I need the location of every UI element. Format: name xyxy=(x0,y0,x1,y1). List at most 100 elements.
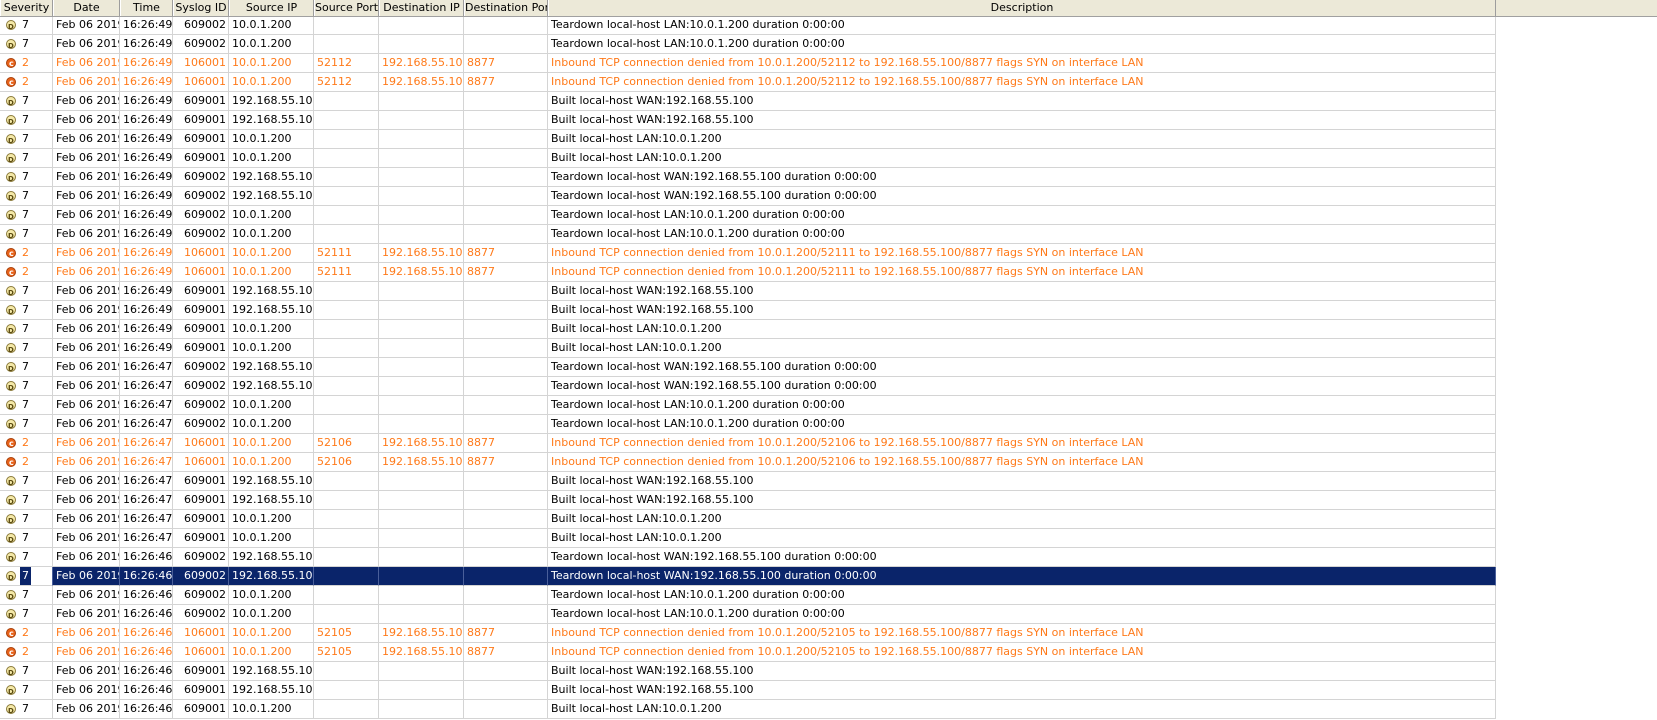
cell-syslog-id: 106001 xyxy=(173,244,229,263)
cell-syslog-id: 609001 xyxy=(173,529,229,548)
col-header-source-ip[interactable]: Source IP xyxy=(229,0,314,16)
severity-value: 7 xyxy=(22,151,29,164)
table-row[interactable]: 7 Feb 06 201916:26:47609002192.168.55.100… xyxy=(0,358,1580,377)
cell-destination-ip xyxy=(379,472,464,491)
cell-time: 16:26:49 xyxy=(120,206,173,225)
debug-level-icon xyxy=(6,151,16,167)
cell-date: Feb 06 2019 xyxy=(53,434,120,453)
cell-description: Inbound TCP connection denied from 10.0.… xyxy=(548,244,1496,263)
table-row[interactable]: 7 Feb 06 201916:26:4960900110.0.1.200 Buil… xyxy=(0,320,1580,339)
col-header-syslog-id[interactable]: Syslog ID xyxy=(173,0,229,16)
col-header-description[interactable]: Description xyxy=(548,0,1496,16)
cell-severity: 7 xyxy=(0,320,53,339)
table-row[interactable]: 7 Feb 06 201916:26:4960900210.0.1.200 Tear… xyxy=(0,225,1580,244)
cell-source-ip: 192.168.55.100 xyxy=(229,301,314,320)
cell-destination-ip xyxy=(379,586,464,605)
table-row[interactable]: 2 Feb 06 201916:26:4710600110.0.1.2005210… xyxy=(0,434,1580,453)
severity-value: 7 xyxy=(22,37,29,50)
table-row[interactable]: 7 Feb 06 201916:26:4960900210.0.1.200 Tear… xyxy=(0,16,1580,35)
cell-severity: 7 xyxy=(0,206,53,225)
cell-date: Feb 06 2019 xyxy=(53,92,120,111)
cell-destination-port: 8877 xyxy=(464,434,548,453)
severity-value: 7 xyxy=(22,664,29,677)
cell-time: 16:26:47 xyxy=(120,453,173,472)
cell-source-ip: 192.168.55.100 xyxy=(229,472,314,491)
table-row[interactable]: 2 Feb 06 201916:26:4910600110.0.1.2005211… xyxy=(0,244,1580,263)
severity-value: 7 xyxy=(22,303,29,316)
cell-time: 16:26:46 xyxy=(120,681,173,700)
severity-value: 2 xyxy=(22,56,29,69)
cell-severity: 7 xyxy=(0,168,53,187)
cell-severity: 2 xyxy=(0,643,53,662)
cell-destination-ip xyxy=(379,491,464,510)
table-row[interactable]: 7 Feb 06 201916:26:4660900210.0.1.200 Tear… xyxy=(0,605,1580,624)
cell-destination-port xyxy=(464,548,548,567)
table-row[interactable]: 7 Feb 06 201916:26:4960900210.0.1.200 Tear… xyxy=(0,35,1580,54)
table-row[interactable]: 2 Feb 06 201916:26:4610600110.0.1.2005210… xyxy=(0,643,1580,662)
table-row[interactable]: 7 Feb 06 201916:26:47609002192.168.55.100… xyxy=(0,377,1580,396)
col-header-destination-ip[interactable]: Destination IP xyxy=(379,0,464,16)
table-row[interactable]: 7 Feb 06 201916:26:4760900210.0.1.200 Tear… xyxy=(0,396,1580,415)
cell-destination-port xyxy=(464,92,548,111)
table-row[interactable]: 7 Feb 06 201916:26:4960900110.0.1.200 Buil… xyxy=(0,339,1580,358)
table-row[interactable]: 7 Feb 06 201916:26:46609002192.168.55.100… xyxy=(0,567,1580,586)
table-row[interactable]: 7 Feb 06 201916:26:49609001192.168.55.100… xyxy=(0,92,1580,111)
table-row[interactable]: 7 Feb 06 201916:26:4660900110.0.1.200 Buil… xyxy=(0,700,1580,719)
cell-source-ip: 10.0.1.200 xyxy=(229,35,314,54)
table-row[interactable]: 7 Feb 06 201916:26:4960900210.0.1.200 Tear… xyxy=(0,206,1580,225)
debug-level-icon xyxy=(6,303,16,319)
table-row[interactable]: 7 Feb 06 201916:26:47609001192.168.55.100… xyxy=(0,491,1580,510)
table-row[interactable]: 7 Feb 06 201916:26:49609001192.168.55.100… xyxy=(0,282,1580,301)
table-row[interactable]: 2 Feb 06 201916:26:4610600110.0.1.2005210… xyxy=(0,624,1580,643)
severity-value: 2 xyxy=(22,626,29,639)
severity-value: 7 xyxy=(22,588,29,601)
col-header-time[interactable]: Time xyxy=(120,0,173,16)
cell-source-port xyxy=(314,225,379,244)
cell-source-port xyxy=(314,168,379,187)
header-filler xyxy=(1580,0,1657,17)
cell-syslog-id: 106001 xyxy=(173,434,229,453)
col-header-destination-port[interactable]: Destination Port xyxy=(464,0,548,16)
table-row[interactable]: 7 Feb 06 201916:26:4760900110.0.1.200 Buil… xyxy=(0,510,1580,529)
cell-syslog-id: 609001 xyxy=(173,700,229,719)
cell-description: Built local-host LAN:10.0.1.200 xyxy=(548,149,1496,168)
table-row[interactable]: 7 Feb 06 201916:26:46609001192.168.55.100… xyxy=(0,681,1580,700)
cell-destination-port xyxy=(464,586,548,605)
table-row[interactable]: 7 Feb 06 201916:26:4760900210.0.1.200 Tear… xyxy=(0,415,1580,434)
table-row[interactable]: 2 Feb 06 201916:26:4910600110.0.1.2005211… xyxy=(0,73,1580,92)
cell-date: Feb 06 2019 xyxy=(53,263,120,282)
table-row[interactable]: 7 Feb 06 201916:26:46609002192.168.55.100… xyxy=(0,548,1580,567)
severity-value: 7 xyxy=(22,493,29,506)
table-row[interactable]: 7 Feb 06 201916:26:49609001192.168.55.100… xyxy=(0,301,1580,320)
table-row[interactable]: 7 Feb 06 201916:26:4660900210.0.1.200 Tear… xyxy=(0,586,1580,605)
debug-level-icon xyxy=(6,683,16,699)
col-header-date[interactable]: Date xyxy=(53,0,120,16)
cell-source-ip: 10.0.1.200 xyxy=(229,529,314,548)
cell-source-port xyxy=(314,358,379,377)
table-row[interactable]: 7 Feb 06 201916:26:49609002192.168.55.100… xyxy=(0,168,1580,187)
cell-description: Built local-host WAN:192.168.55.100 xyxy=(548,111,1496,130)
cell-date: Feb 06 2019 xyxy=(53,16,120,35)
column-header-bar: Severity Date Time Syslog ID Source IP S… xyxy=(0,0,1580,17)
cell-date: Feb 06 2019 xyxy=(53,605,120,624)
table-row[interactable]: 7 Feb 06 201916:26:4760900110.0.1.200 Buil… xyxy=(0,529,1580,548)
col-header-severity[interactable]: Severity xyxy=(0,0,53,16)
table-row[interactable]: 7 Feb 06 201916:26:47609001192.168.55.100… xyxy=(0,472,1580,491)
cell-date: Feb 06 2019 xyxy=(53,529,120,548)
table-row[interactable]: 2 Feb 06 201916:26:4910600110.0.1.2005211… xyxy=(0,54,1580,73)
table-row[interactable]: 7 Feb 06 201916:26:4960900110.0.1.200 Buil… xyxy=(0,130,1580,149)
table-row[interactable]: 2 Feb 06 201916:26:4910600110.0.1.2005211… xyxy=(0,263,1580,282)
cell-date: Feb 06 2019 xyxy=(53,396,120,415)
col-header-source-port[interactable]: Source Port xyxy=(314,0,379,16)
table-row[interactable]: 7 Feb 06 201916:26:49609001192.168.55.100… xyxy=(0,111,1580,130)
cell-destination-port xyxy=(464,16,548,35)
cell-date: Feb 06 2019 xyxy=(53,548,120,567)
table-row[interactable]: 7 Feb 06 201916:26:4960900110.0.1.200 Buil… xyxy=(0,149,1580,168)
table-row[interactable]: 7 Feb 06 201916:26:49609002192.168.55.100… xyxy=(0,187,1580,206)
cell-date: Feb 06 2019 xyxy=(53,35,120,54)
cell-time: 16:26:49 xyxy=(120,54,173,73)
table-row[interactable]: 7 Feb 06 201916:26:46609001192.168.55.100… xyxy=(0,662,1580,681)
cell-syslog-id: 609001 xyxy=(173,149,229,168)
cell-description: Built local-host LAN:10.0.1.200 xyxy=(548,339,1496,358)
table-row[interactable]: 2 Feb 06 201916:26:4710600110.0.1.2005210… xyxy=(0,453,1580,472)
